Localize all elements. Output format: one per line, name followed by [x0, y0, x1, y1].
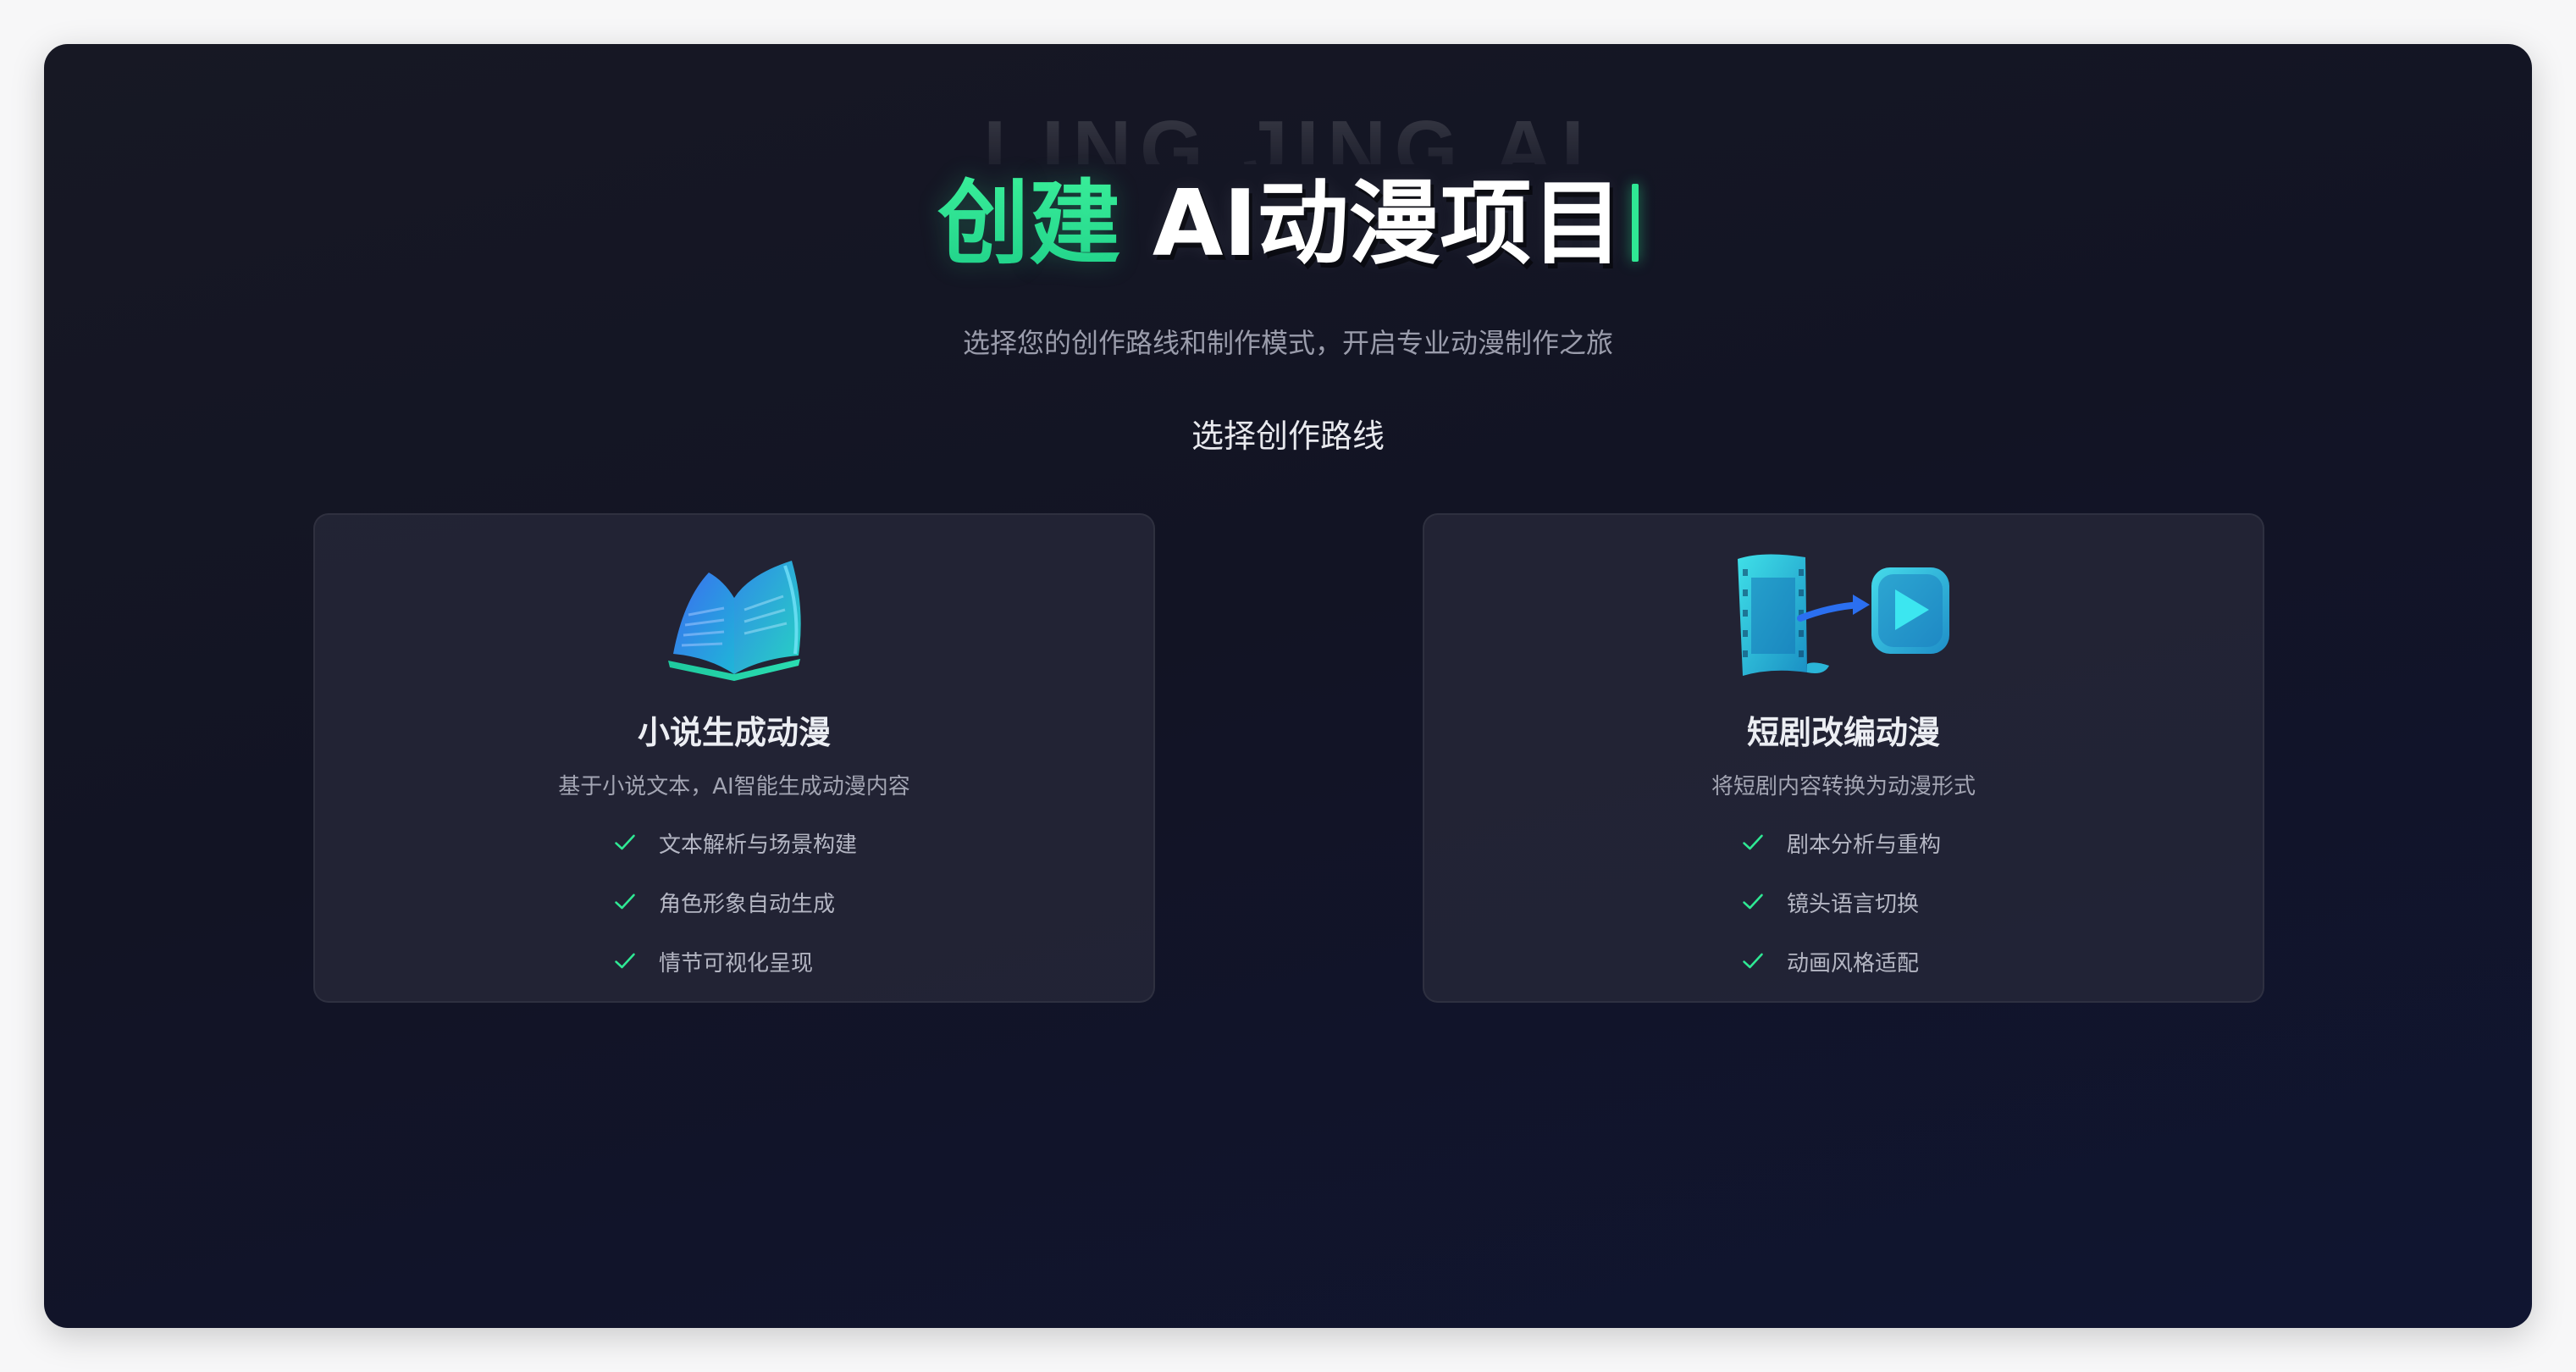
app-window: LING JING AI 创建 AI动漫项目 选择您的创作路线和制作模式，开启专… [44, 44, 2532, 1328]
feature-item: 文本解析与场景构建 [613, 813, 857, 872]
route-card-short-drama[interactable]: 短剧改编动漫 将短剧内容转换为动漫形式 剧本分析与重构 镜头语言切换 动画风格适… [1423, 513, 2264, 1003]
feature-item: 角色形象自动生成 [613, 872, 857, 932]
feature-list: 剧本分析与重构 镜头语言切换 动画风格适配 [1741, 813, 1941, 991]
feature-label: 角色形象自动生成 [659, 891, 836, 917]
feature-item: 动画风格适配 [1741, 932, 1941, 991]
feature-item: 情节可视化呈现 [613, 932, 857, 991]
brand-watermark: LING JING AI [983, 104, 1593, 164]
feature-list: 文本解析与场景构建 角色形象自动生成 情节可视化呈现 [613, 813, 857, 991]
feature-label: 文本解析与场景构建 [659, 832, 858, 858]
check-icon [1743, 893, 1763, 910]
page-title: 创建 AI动漫项目 [44, 169, 2532, 279]
page-subtitle: 选择您的创作路线和制作模式，开启专业动漫制作之旅 [962, 327, 1613, 359]
film-to-play-icon [1729, 549, 1958, 688]
feature-label: 镜头语言切换 [1787, 891, 1920, 917]
check-icon [615, 893, 635, 910]
check-icon [615, 834, 635, 850]
check-icon [615, 953, 635, 969]
check-icon [1743, 834, 1763, 850]
route-description: 基于小说文本，AI智能生成动漫内容 [558, 774, 910, 799]
page-title-accent: 创建 [937, 171, 1153, 277]
typing-caret [1631, 184, 1639, 262]
route-title: 小说生成动漫 [637, 714, 831, 751]
page-title-main: AI动漫项目 [1152, 171, 1623, 277]
check-icon [1743, 953, 1763, 969]
feature-item: 剧本分析与重构 [1741, 813, 1941, 872]
feature-label: 情节可视化呈现 [659, 950, 814, 976]
section-heading: 选择创作路线 [1191, 418, 1385, 455]
route-title: 短剧改编动漫 [1746, 714, 1940, 751]
route-card-novel[interactable]: 小说生成动漫 基于小说文本，AI智能生成动漫内容 文本解析与场景构建 角色形象自… [313, 513, 1155, 1003]
open-book-icon [650, 549, 819, 688]
route-description: 将短剧内容转换为动漫形式 [1711, 774, 1976, 799]
feature-label: 动画风格适配 [1787, 950, 1920, 976]
feature-label: 剧本分析与重构 [1787, 832, 1942, 858]
feature-item: 镜头语言切换 [1741, 872, 1941, 932]
